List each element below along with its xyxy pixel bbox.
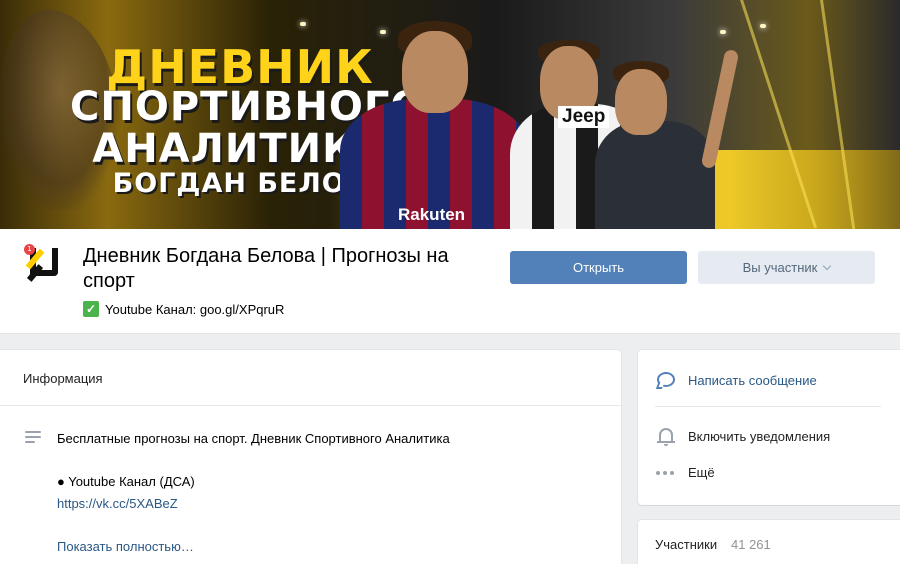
cover-sponsor-text: Rakuten (398, 205, 466, 224)
notifications-action[interactable]: Включить уведомления (656, 426, 830, 446)
divider (655, 406, 881, 407)
cover-player-left: Rakuten (340, 9, 530, 229)
member-button[interactable]: Вы участник (698, 251, 875, 284)
notifications-label: Включить уведомления (688, 428, 831, 444)
write-message-action[interactable]: Написать сообщение (655, 371, 817, 389)
show-more-link[interactable]: Показать полностью… (57, 539, 194, 554)
stadium-light (760, 24, 766, 28)
group-status: ✓ Youtube Канал: goo.gl/XPqruR (83, 301, 284, 317)
more-action[interactable]: Ещё (656, 465, 715, 480)
chevron-down-icon (823, 261, 832, 271)
group-cover: Дневник Спортивного Аналитика Богдан Бел… (0, 0, 900, 229)
divider (0, 405, 621, 406)
group-description: Бесплатные прогнозы на спорт. Дневник Сп… (57, 431, 450, 446)
description-icon (25, 431, 41, 446)
page-title: Дневник Богдана Белова | Прогнозы на спо… (83, 245, 449, 292)
more-label: Ещё (688, 465, 715, 480)
stadium-light (300, 22, 306, 26)
stadium-light (720, 30, 726, 34)
write-message-label: Написать сообщение (688, 372, 817, 388)
youtube-line: ● Youtube Канал (ДСА) (57, 474, 195, 489)
member-button-label: Вы участник (742, 260, 818, 275)
avatar[interactable]: 1 (20, 242, 66, 288)
open-button[interactable]: Открыть (510, 251, 687, 284)
actions-card: Написать сообщение Включить уведомления … (638, 350, 900, 505)
avatar-badge: 1 (24, 244, 35, 255)
info-card: Информация Бесплатные прогнозы на спорт.… (0, 350, 621, 564)
status-text: Youtube Канал: goo.gl/XPqruR (105, 301, 285, 317)
info-title: Информация (23, 371, 103, 386)
members-card[interactable]: Участники 41 261 (638, 520, 900, 564)
youtube-link[interactable]: https://vk.cc/5XABeZ (57, 496, 178, 511)
members-count: 41 261 (731, 537, 771, 552)
members-label: Участники (655, 537, 718, 552)
group-header: 1 Дневник Богдана Белова | Прогнозы на с… (0, 229, 900, 334)
check-icon: ✓ (83, 301, 99, 317)
cover-player-right (595, 39, 745, 229)
more-dots-icon (656, 470, 676, 475)
bell-icon (656, 426, 676, 446)
message-icon (655, 371, 676, 389)
